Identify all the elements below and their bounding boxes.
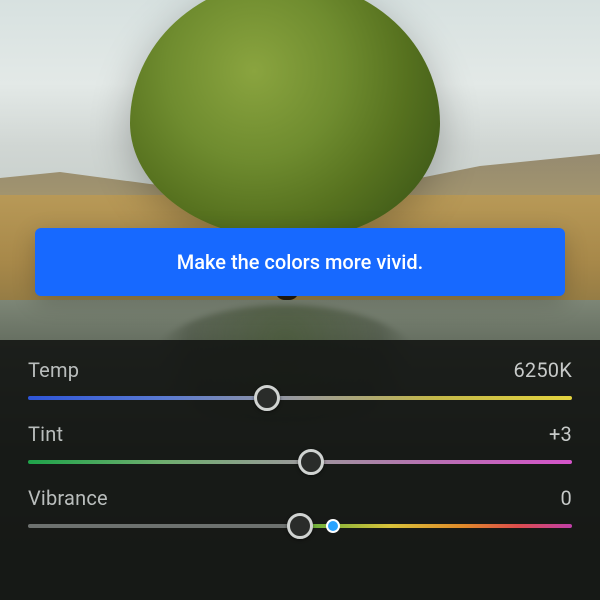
temp-label: Temp: [28, 358, 79, 382]
tint-label: Tint: [28, 422, 63, 446]
vibrance-track[interactable]: [28, 524, 572, 528]
vibrance-row: Vibrance 0: [28, 486, 572, 528]
vibrance-value: 0: [561, 486, 572, 510]
editor-screen: Make the colors more vivid. Temp 6250K T…: [0, 0, 600, 600]
temp-value: 6250K: [513, 358, 572, 382]
temp-row: Temp 6250K: [28, 358, 572, 400]
tint-header: Tint +3: [28, 422, 572, 446]
vibrance-track-left: [28, 524, 300, 528]
vibrance-hint-dot: [328, 521, 338, 531]
color-panel: Temp 6250K Tint +3 Vibrance 0: [0, 340, 600, 600]
tint-row: Tint +3: [28, 422, 572, 464]
temp-header: Temp 6250K: [28, 358, 572, 382]
vibrance-label: Vibrance: [28, 486, 108, 510]
vibrance-header: Vibrance 0: [28, 486, 572, 510]
photo-tree-canopy: [130, 0, 440, 240]
temp-thumb[interactable]: [254, 385, 280, 411]
tint-thumb[interactable]: [298, 449, 324, 475]
instruction-banner: Make the colors more vivid.: [35, 228, 565, 296]
temp-track[interactable]: [28, 396, 572, 400]
tint-value: +3: [549, 422, 572, 446]
tint-track[interactable]: [28, 460, 572, 464]
vibrance-track-right: [300, 524, 572, 528]
vibrance-thumb[interactable]: [287, 513, 313, 539]
instruction-text: Make the colors more vivid.: [177, 250, 423, 274]
